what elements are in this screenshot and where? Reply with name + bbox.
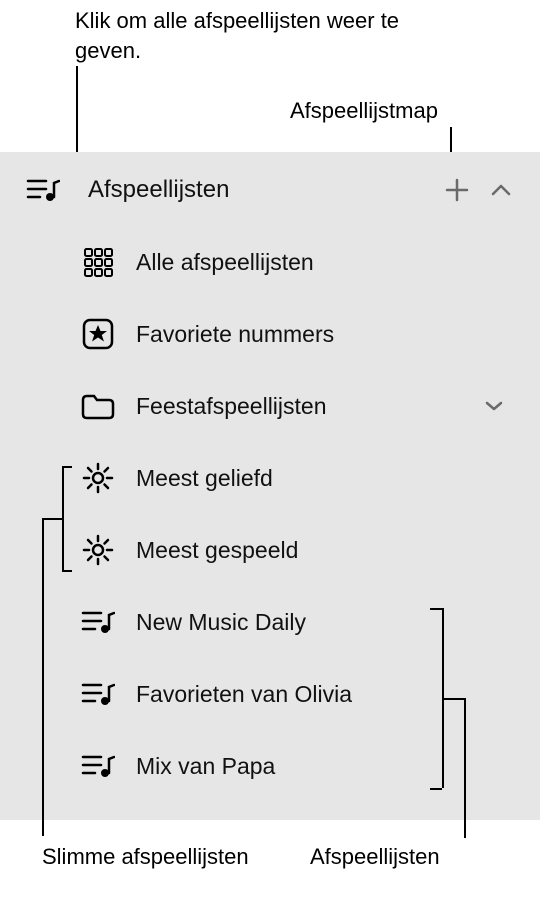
playlists-title: Afspeellijsten xyxy=(88,176,444,204)
folder-icon xyxy=(74,392,122,420)
sidebar-item-most-played[interactable]: Meest gespeeld xyxy=(0,514,540,586)
playlist-icon xyxy=(74,753,122,779)
leader-smart-b2 xyxy=(62,466,64,570)
leader-pl-v xyxy=(464,698,466,838)
item-label: Alle afspeellijsten xyxy=(136,249,476,276)
item-label: Meest geliefd xyxy=(136,465,476,492)
sidebar-item-favorites[interactable]: Favoriete nummers xyxy=(0,298,540,370)
star-box-icon xyxy=(74,318,122,350)
callout-smart: Slimme afspeellijsten xyxy=(42,842,249,872)
gear-icon xyxy=(74,462,122,494)
chevron-up-icon[interactable] xyxy=(490,183,512,197)
sidebar-item-all-playlists[interactable]: Alle afspeellijsten xyxy=(0,226,540,298)
item-label: Favorieten van Olivia xyxy=(136,681,476,708)
item-label: Feestafspeellijsten xyxy=(136,393,476,420)
leader-smart-b3 xyxy=(62,570,72,572)
leader-pl-b1 xyxy=(430,608,442,610)
leader-smart-v xyxy=(42,518,44,836)
item-label: Mix van Papa xyxy=(136,753,476,780)
playlists-header[interactable]: Afspeellijsten xyxy=(0,160,540,220)
chevron-down-icon[interactable] xyxy=(476,400,512,412)
leader-smart-b1 xyxy=(62,466,72,468)
callout-click-all: Klik om alle afspeellijsten weer te geve… xyxy=(75,6,455,65)
sidebar-item-party-folder[interactable]: Feestafspeellijsten xyxy=(0,370,540,442)
gear-icon xyxy=(74,534,122,566)
leader-pl-b3 xyxy=(430,788,442,790)
sidebar-item-most-loved[interactable]: Meest geliefd xyxy=(0,442,540,514)
sidebar-playlists-panel: Afspeellijsten xyxy=(0,152,540,820)
item-label: Meest gespeeld xyxy=(136,537,476,564)
item-label: Favoriete nummers xyxy=(136,321,476,348)
playlist-icon xyxy=(74,681,122,707)
callout-playlists: Afspeellijsten xyxy=(310,842,440,872)
playlist-icon xyxy=(26,177,60,203)
leader-smart-h xyxy=(42,518,62,520)
leader-pl-h xyxy=(442,698,464,700)
sidebar-item-papa-mix[interactable]: Mix van Papa xyxy=(0,730,540,802)
sidebar-item-olivia-favorites[interactable]: Favorieten van Olivia xyxy=(0,658,540,730)
callout-folder: Afspeellijstmap xyxy=(290,96,438,126)
playlist-icon xyxy=(74,609,122,635)
item-label: New Music Daily xyxy=(136,609,476,636)
add-playlist-button[interactable] xyxy=(444,177,470,203)
grid-icon xyxy=(74,247,122,277)
playlist-list: Alle afspeellijsten Favoriete nummers Fe… xyxy=(0,226,540,802)
sidebar-item-new-music-daily[interactable]: New Music Daily xyxy=(0,586,540,658)
